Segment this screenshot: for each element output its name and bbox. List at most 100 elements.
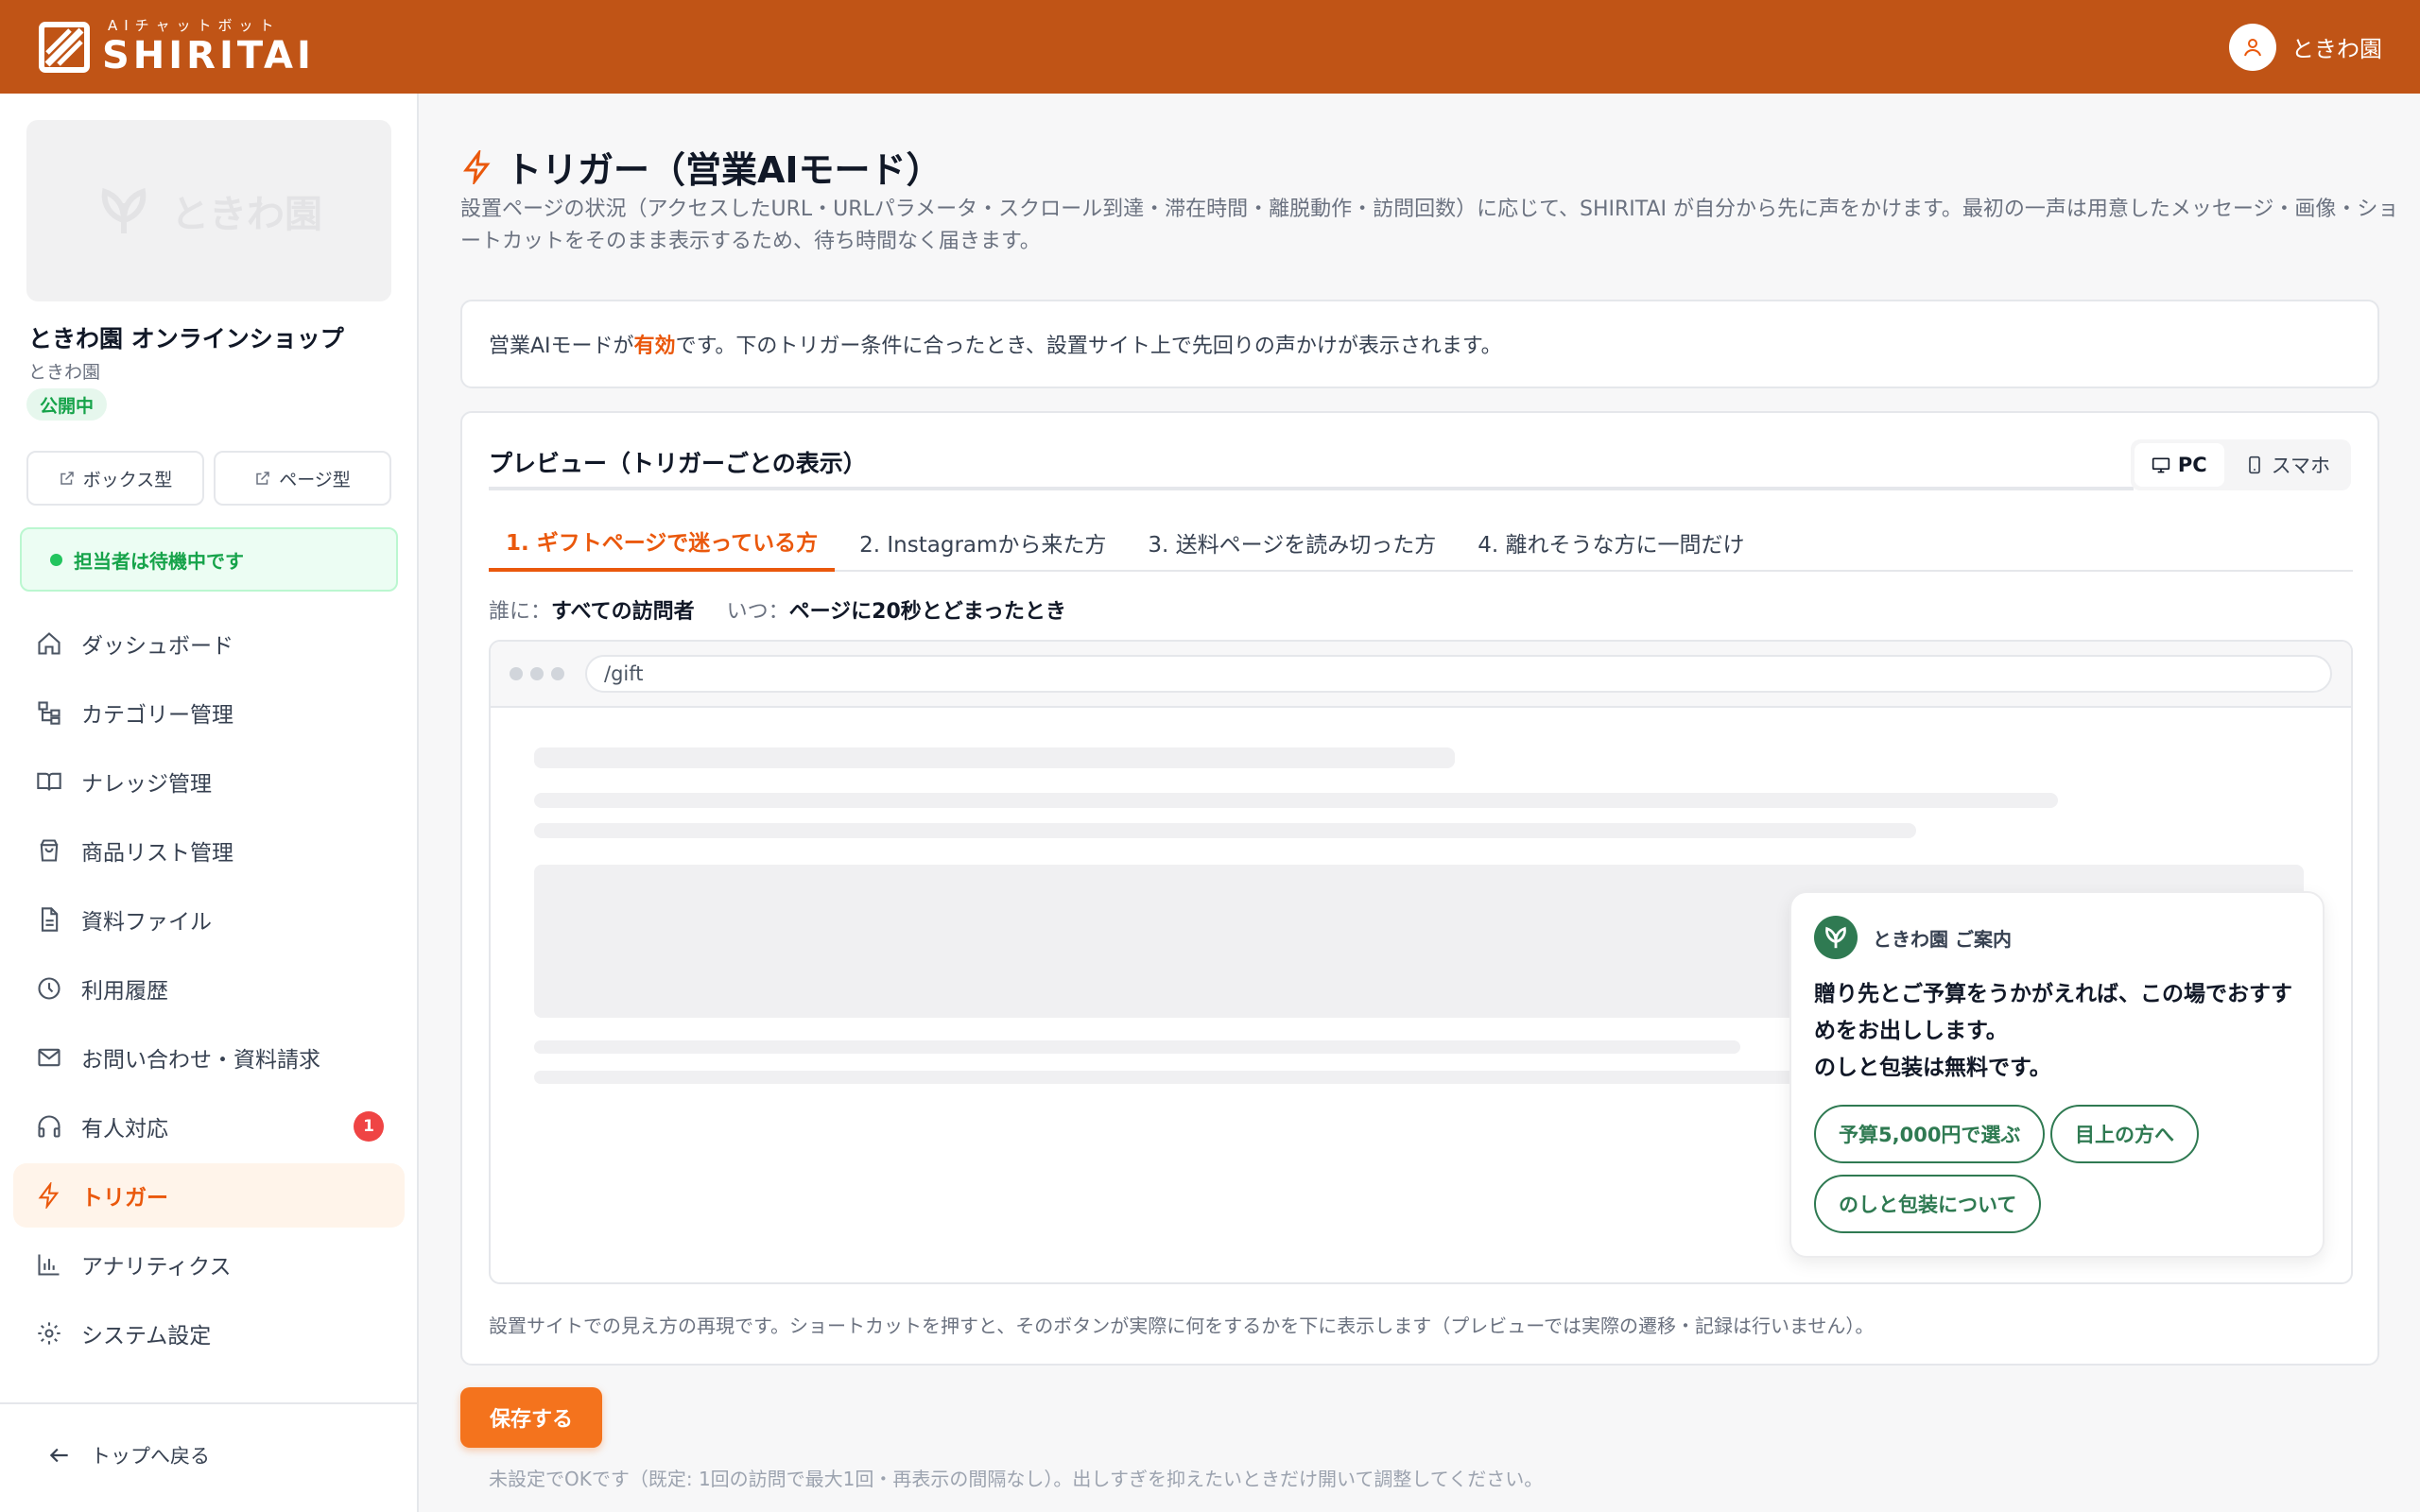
agent-status-box: 担当者は待機中です: [20, 527, 398, 592]
tab-shipping-page[interactable]: 3. 送料ページを読み切った方: [1131, 513, 1453, 572]
sidebar-item-files[interactable]: 資料ファイル: [13, 887, 405, 952]
sidebar-item-products[interactable]: 商品リスト管理: [13, 818, 405, 883]
settings-note: 未設定でOKです（既定: 1回の訪問で最大1回・再表示の間隔なし）。出しすぎを抑…: [489, 1468, 1544, 1490]
skeleton-line: [534, 1040, 1740, 1054]
external-link-icon: [256, 472, 269, 485]
logo-subtitle: AIチャットボット: [108, 17, 281, 34]
page-description: 設置ページの状況（アクセスしたURL・URLパラメータ・スクロール到達・滞在時間…: [460, 198, 2399, 253]
notice-text-post: です。下のトリガー条件に合ったとき、設置サイト上で先回りの声かけが表示されます。: [675, 335, 1502, 358]
when-value: ページに20秒とどまったとき: [788, 600, 1066, 624]
sidebar-item-label: アナリティクス: [81, 1255, 232, 1280]
sidebar-item-label: 利用履歴: [81, 979, 168, 1004]
who-value: すべての訪問者: [551, 600, 695, 624]
save-button[interactable]: 保存する: [460, 1387, 602, 1448]
chat-header: ときわ園 ご案内: [1814, 916, 2012, 959]
page-type-button[interactable]: ページ型: [214, 451, 391, 506]
tab-exit-intent[interactable]: 4. 離れそうな方に一問だけ: [1461, 513, 1761, 572]
tab-gift-page[interactable]: 1. ギフトページで迷っている方: [489, 513, 836, 572]
device-smartphone-button[interactable]: スマホ: [2228, 443, 2347, 487]
notice-highlight: 有効: [633, 335, 676, 358]
shortcut-budget-button[interactable]: 予算5,000円で選ぶ: [1814, 1105, 2046, 1163]
chat-popup[interactable]: ときわ園 ご案内 贈り先とご予算をうかがえれば、この場でおすすめをお出しします。…: [1789, 891, 2325, 1258]
sidebar-item-analytics[interactable]: アナリティクス: [13, 1232, 405, 1297]
trigger-conditions: 誰に：すべての訪問者 いつ：ページに20秒とどまったとき: [489, 594, 1066, 625]
logo-text: AIチャットボット SHIRITAI: [102, 17, 315, 77]
user-icon: [2244, 38, 2261, 56]
sidebar: ときわ園 ときわ園 オンラインショップ ときわ園 公開中 ボックス型 ページ型 …: [0, 94, 419, 1512]
shop-thumbnail: ときわ園: [26, 120, 391, 301]
preview-title-underline: [489, 487, 2134, 490]
shopping-bag-icon: [40, 839, 59, 862]
lightning-icon: [38, 1182, 60, 1209]
sidebar-item-live-support[interactable]: 有人対応 1: [13, 1094, 405, 1159]
sidebar-item-trigger[interactable]: トリガー: [13, 1163, 405, 1228]
window-dot: [530, 667, 544, 680]
shop-avatar: [1814, 916, 1858, 959]
chat-message: 贈り先とご予算をうかがえれば、この場でおすすめをお出しします。 のしと包装は無料…: [1814, 976, 2306, 1087]
chart-icon: [38, 1254, 60, 1276]
sidebar-item-history[interactable]: 利用履歴: [13, 956, 405, 1021]
sidebar-item-label: 有人対応: [81, 1117, 168, 1142]
shiritai-logo[interactable]: AIチャットボット SHIRITAI: [38, 19, 315, 75]
when-label: いつ：: [726, 600, 789, 624]
window-dot: [551, 667, 564, 680]
sidebar-item-knowledge[interactable]: ナレッジ管理: [13, 749, 405, 814]
skeleton-line: [534, 793, 2058, 808]
leaf-logo-icon: [101, 188, 147, 233]
trigger-tabs: 1. ギフトページで迷っている方 2. Instagramから来た方 3. 送料…: [489, 513, 2353, 572]
top-header-bar: AIチャットボット SHIRITAI ときわ園: [0, 0, 2420, 94]
shortcut-wrapping-button[interactable]: のしと包装について: [1814, 1175, 2042, 1233]
chat-message-line: 贈り先とご予算をうかがえれば、この場でおすすめをお出しします。: [1814, 982, 2292, 1043]
preview-title: プレビュー（トリガーごとの表示）: [489, 450, 867, 477]
leaf-logo-icon: [1825, 926, 1846, 949]
user-menu[interactable]: ときわ園: [2229, 23, 2382, 71]
url-field: /gift: [585, 655, 2332, 693]
status-badge: 公開中: [26, 388, 108, 421]
back-to-top-link[interactable]: トップへ戻る: [47, 1441, 210, 1469]
sidebar-item-inquiry[interactable]: お問い合わせ・資料請求: [13, 1025, 405, 1090]
sidebar-item-label: 資料ファイル: [81, 910, 212, 935]
page-title: トリガー（営業AIモード）: [460, 141, 942, 193]
sidebar-item-dashboard[interactable]: ダッシュボード: [13, 611, 405, 676]
sidebar-divider: [0, 1402, 417, 1404]
headphones-icon: [38, 1115, 60, 1138]
agent-status-text: 担当者は待機中です: [74, 549, 244, 573]
logo-mark-icon: [39, 21, 90, 73]
lightning-icon: [463, 149, 491, 184]
skeleton-line: [534, 1071, 1933, 1084]
device-toggle: PC スマホ: [2130, 439, 2351, 490]
browser-preview: /gift ときわ園 ご案内 贈り先とご予算をうかがえれば、この場でおすすめをお…: [489, 640, 2353, 1284]
tab-instagram[interactable]: 2. Instagramから来た方: [842, 513, 1123, 572]
sidebar-item-category[interactable]: カテゴリー管理: [13, 680, 405, 745]
preview-footnote: 設置サイトでの見え方の再現です。ショートカットを押すと、そのボタンが実際に何をす…: [489, 1314, 1875, 1337]
who-label: 誰に：: [489, 600, 552, 624]
window-dot: [510, 667, 523, 680]
status-dot: [50, 553, 62, 566]
logo-title: SHIRITAI: [102, 34, 315, 77]
smartphone-icon: [2248, 455, 2260, 474]
arrow-left-icon: [49, 1448, 68, 1463]
mode-notice: 営業AIモードが 有効 です。下のトリガー条件に合ったとき、設置サイト上で先回りの声…: [460, 300, 2379, 388]
box-type-button[interactable]: ボックス型: [26, 451, 204, 506]
shortcut-superiors-button[interactable]: 目上の方へ: [2050, 1105, 2199, 1163]
notice-text-pre: 営業AIモードが: [489, 335, 634, 358]
mail-icon: [38, 1048, 60, 1067]
user-name: ときわ園: [2291, 36, 2382, 62]
sidebar-item-label: ダッシュボード: [81, 634, 233, 659]
sidebar-item-settings[interactable]: システム設定: [13, 1301, 405, 1366]
monitor-icon: [2152, 457, 2169, 473]
sidebar-item-label: 商品リスト管理: [81, 841, 233, 866]
user-avatar: [2229, 23, 2276, 71]
home-icon: [38, 632, 60, 655]
category-icon: [38, 701, 60, 725]
device-pc-label: PC: [2177, 454, 2207, 476]
shop-name: ときわ園 オンラインショップ: [28, 325, 344, 352]
device-pc-button[interactable]: PC: [2134, 443, 2224, 487]
main-content: トリガー（営業AIモード） 設置ページの状況（アクセスしたURL・URLパラメー…: [419, 94, 2420, 1512]
thumbnail-text: ときわ園: [171, 193, 322, 236]
sidebar-item-label: ナレッジ管理: [81, 772, 212, 797]
who-condition: 誰に：すべての訪問者: [489, 594, 695, 625]
sidebar-item-label: お問い合わせ・資料請求: [81, 1048, 320, 1073]
book-icon: [37, 772, 61, 791]
box-type-label: ボックス型: [82, 469, 173, 490]
